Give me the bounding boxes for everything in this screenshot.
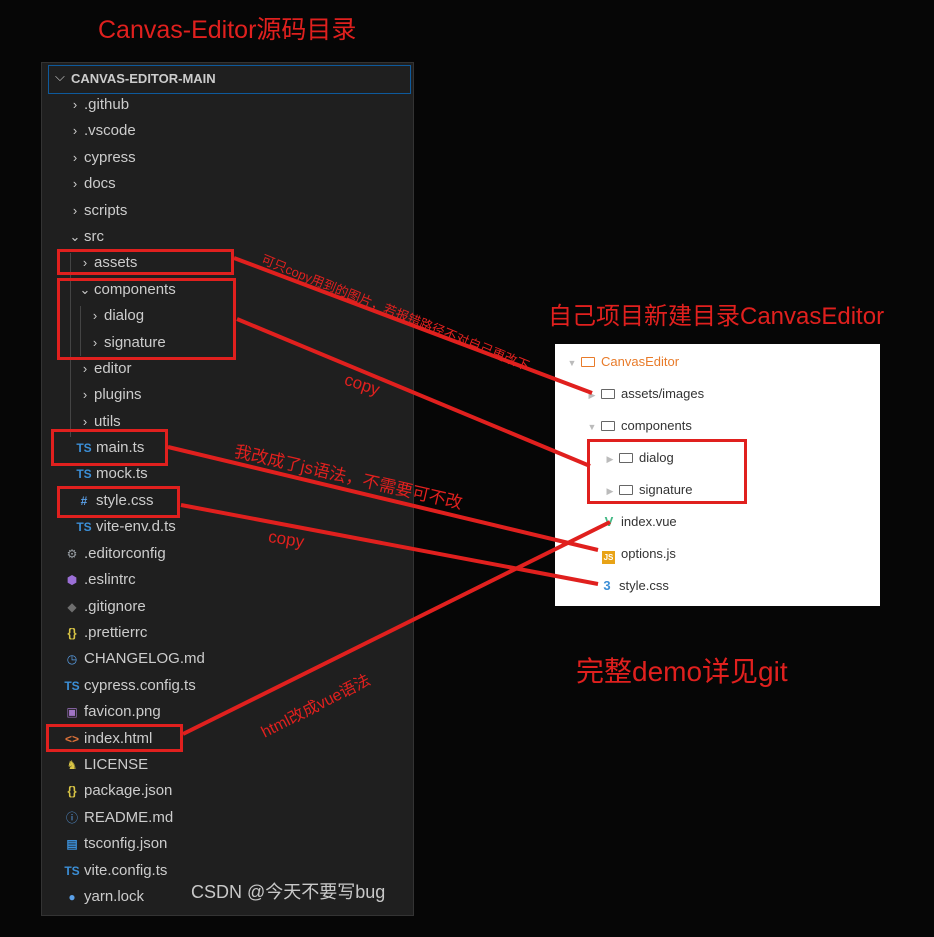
connector-style-css bbox=[180, 503, 599, 586]
connector-components bbox=[236, 317, 591, 468]
connector-index-html bbox=[182, 520, 611, 736]
connector-main-ts bbox=[167, 445, 599, 552]
connector-lines bbox=[167, 256, 611, 736]
